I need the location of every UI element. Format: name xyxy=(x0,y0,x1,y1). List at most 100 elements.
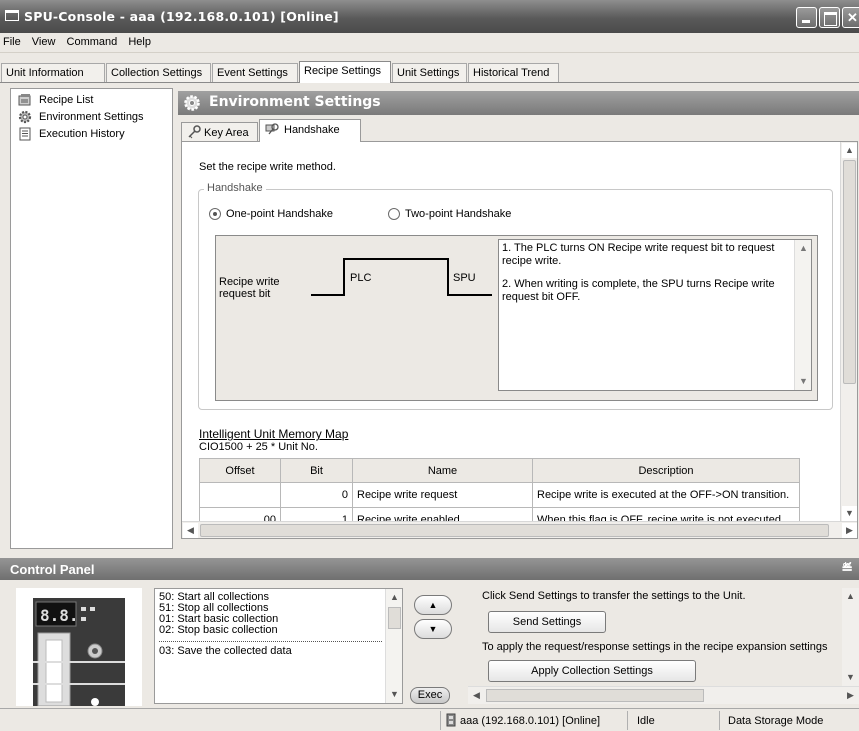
environment-settings-header: Environment Settings xyxy=(178,91,859,115)
tab-unit-information[interactable]: Unit Information xyxy=(1,63,105,82)
tab-recipe-settings[interactable]: Recipe Settings xyxy=(299,61,391,83)
control-panel: Control Panel ≝ 8.8. 50: Start all colle… xyxy=(0,555,859,708)
signal-label-line1: Recipe write xyxy=(219,276,280,288)
radio-selected-indicator xyxy=(209,208,221,220)
description-step-1: 1. The PLC turns ON Recipe write request… xyxy=(502,242,775,267)
list-scrollbar[interactable]: ▲ ▼ xyxy=(385,589,402,703)
window-title: SPU-Console - aaa (192.168.0.101) [Onlin… xyxy=(24,9,339,24)
column-header: Bit xyxy=(280,458,353,483)
maximize-button[interactable] xyxy=(819,7,840,28)
tab-unit-settings[interactable]: Unit Settings xyxy=(392,63,467,82)
column-header: Description xyxy=(532,458,800,483)
command-list[interactable]: 50: Start all collections 51: Stop all c… xyxy=(154,588,403,704)
apply-info-text: To apply the request/response settings i… xyxy=(482,641,828,653)
handshake-icon xyxy=(265,123,279,135)
gear-icon xyxy=(18,110,32,124)
memory-map-title: Intelligent Unit Memory Map xyxy=(199,427,349,441)
scroll-right-icon[interactable]: ▶ xyxy=(843,688,858,703)
description-step-2: 2. When writing is complete, the SPU tur… xyxy=(502,278,775,303)
description-scrollbar[interactable]: ▲ ▼ xyxy=(794,240,811,390)
tree-label: Recipe List xyxy=(39,94,94,106)
tab-event-settings[interactable]: Event Settings xyxy=(212,63,298,82)
scroll-left-icon[interactable]: ◀ xyxy=(469,688,484,703)
cp-vertical-scrollbar[interactable]: ▲ ▼ xyxy=(842,588,859,686)
menu-view[interactable]: View xyxy=(28,33,60,48)
column-header: Name xyxy=(352,458,533,483)
scroll-thumb[interactable] xyxy=(388,607,401,629)
document-icon xyxy=(19,127,31,141)
settings-panel: Environment Settings Key Area Handshake … xyxy=(178,88,859,549)
device-display: 8.8. xyxy=(40,606,79,625)
list-item[interactable]: 03: Save the collected data xyxy=(155,646,402,657)
main-tabs: Unit Information Collection Settings Eve… xyxy=(0,61,859,83)
menu-file[interactable]: File xyxy=(0,33,25,48)
mode-status: Data Storage Mode xyxy=(728,715,824,727)
radio-label: Two-point Handshake xyxy=(405,208,512,220)
cp-horizontal-scrollbar[interactable]: ◀ ▶ xyxy=(468,686,859,704)
minimize-button[interactable] xyxy=(796,7,817,28)
collapse-icon[interactable]: ≝ xyxy=(841,560,853,577)
tab-handshake[interactable]: Handshake xyxy=(259,119,361,142)
recipe-tree: Recipe List Environment Settings Executi… xyxy=(10,88,173,549)
key-icon xyxy=(188,125,201,139)
status-divider xyxy=(719,711,720,730)
device-illustration: 8.8. xyxy=(16,588,142,706)
content-horizontal-scrollbar[interactable]: ◀ ▶ xyxy=(182,521,857,538)
scroll-thumb[interactable] xyxy=(486,689,704,702)
title-bar: SPU-Console - aaa (192.168.0.101) [Onlin… xyxy=(0,0,859,33)
menu-bar: File View Command Help xyxy=(0,33,859,53)
move-up-button[interactable]: ▲ xyxy=(414,595,452,615)
plc-label: PLC xyxy=(350,272,371,284)
gear-icon xyxy=(184,95,200,111)
handshake-diagram: Recipe write request bit PLC SPU 1. The … xyxy=(215,235,818,401)
unit-status-icon xyxy=(446,713,456,727)
scroll-up-icon[interactable]: ▲ xyxy=(387,590,402,605)
scroll-right-icon[interactable]: ▶ xyxy=(842,523,857,538)
status-divider xyxy=(440,711,441,730)
scroll-left-icon[interactable]: ◀ xyxy=(183,523,198,538)
scroll-up-icon[interactable]: ▲ xyxy=(796,241,811,256)
scroll-down-icon[interactable]: ▼ xyxy=(796,374,811,389)
signal-label-line2: request bit xyxy=(219,288,271,300)
radio-label: One-point Handshake xyxy=(226,208,334,220)
status-bar: aaa (192.168.0.101) [Online] Idle Data S… xyxy=(0,708,859,731)
scroll-down-icon[interactable]: ▼ xyxy=(842,506,857,521)
scroll-down-icon[interactable]: ▼ xyxy=(387,687,402,702)
group-label: Handshake xyxy=(204,182,266,194)
list-item[interactable]: 02: Stop basic collection xyxy=(155,625,402,636)
device-icon: 8.8. xyxy=(33,598,125,706)
name-cell: Recipe write request xyxy=(352,482,533,508)
state-status: Idle xyxy=(637,715,655,727)
move-down-button[interactable]: ▼ xyxy=(414,619,452,639)
memory-map-address: CIO1500 + 25 * Unit No. xyxy=(199,441,318,453)
send-settings-button[interactable]: Send Settings xyxy=(488,611,606,633)
offset-cell xyxy=(199,482,281,508)
close-button[interactable] xyxy=(842,7,859,28)
scroll-up-icon[interactable]: ▲ xyxy=(842,143,857,158)
table-header-row: Offset Bit Name Description xyxy=(199,458,800,483)
handshake-group: Handshake One-point Handshake Two-point … xyxy=(198,182,833,410)
menu-help[interactable]: Help xyxy=(124,33,155,48)
tab-key-area[interactable]: Key Area xyxy=(181,122,258,141)
tab-collection-settings[interactable]: Collection Settings xyxy=(106,63,211,82)
content-vertical-scrollbar[interactable]: ▲ ▼ xyxy=(840,142,857,522)
scroll-thumb[interactable] xyxy=(843,160,856,384)
scroll-up-icon[interactable]: ▲ xyxy=(843,589,858,604)
radio-indicator xyxy=(388,208,400,220)
tab-label: Key Area xyxy=(204,127,249,139)
spu-label: SPU xyxy=(453,272,476,284)
status-divider xyxy=(627,711,628,730)
table-row: 0 Recipe write request Recipe write is e… xyxy=(199,482,800,508)
environment-settings-title: Environment Settings xyxy=(209,94,381,110)
tab-historical-trend[interactable]: Historical Trend xyxy=(468,63,559,82)
control-panel-title: Control Panel xyxy=(10,562,95,577)
exec-button[interactable]: Exec xyxy=(410,687,450,704)
apply-collection-settings-button[interactable]: Apply Collection Settings xyxy=(488,660,696,682)
list-separator xyxy=(159,641,382,642)
control-panel-header: Control Panel ≝ xyxy=(0,558,859,580)
instruction-text: Set the recipe write method. xyxy=(199,161,336,173)
handshake-content: Set the recipe write method. Handshake O… xyxy=(181,141,858,539)
scroll-thumb[interactable] xyxy=(200,524,829,537)
menu-command[interactable]: Command xyxy=(63,33,122,48)
scroll-down-icon[interactable]: ▼ xyxy=(843,670,858,685)
